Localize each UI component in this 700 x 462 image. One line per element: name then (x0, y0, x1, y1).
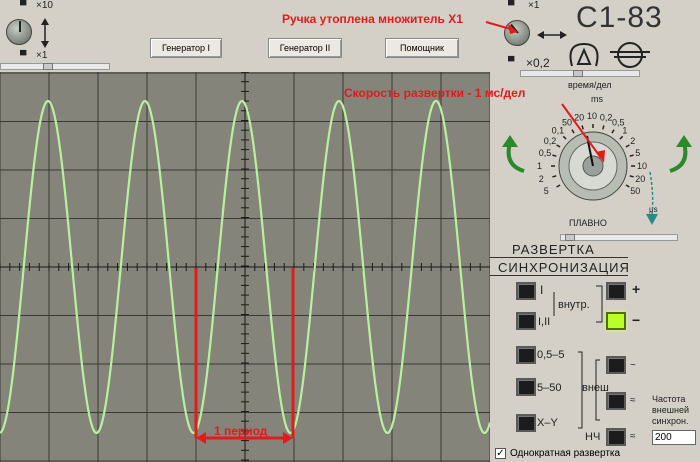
freq-label-3: синхрон. (652, 416, 689, 426)
mult-right-top: ×1 (528, 0, 540, 11)
annotation-sweep-speed: Скорость развертки - 1 мс/дел (344, 86, 526, 100)
divider-2 (490, 275, 628, 276)
probe-icon-bottom: ▀ (20, 50, 27, 60)
svg-text:5: 5 (635, 148, 640, 158)
sync-channel-1-label: I (540, 283, 544, 297)
generator-2-button[interactable]: Генератор II (268, 38, 342, 58)
single-sweep-label: Однократная развертка (510, 448, 621, 459)
smooth-label: ПЛАВНО (569, 218, 607, 228)
coupling-ac2-button[interactable] (606, 392, 626, 410)
top-control-bar: ▀ ×10 ▀ ×1 Генератор I Генератор II Помо… (0, 0, 490, 70)
sync-channel-12-button[interactable] (516, 312, 536, 330)
period-label: 1 период (214, 424, 268, 438)
svg-text:2: 2 (630, 136, 635, 146)
internal-bracket (553, 285, 603, 323)
generator-1-button[interactable]: Генератор I (150, 38, 222, 58)
model-label: С1-83 (576, 1, 663, 34)
probe-icon-right-bottom: ▀ (508, 56, 515, 66)
mult-right-bottom: ×0,2 (526, 56, 550, 70)
dial-slider[interactable] (560, 234, 678, 241)
freq-label-1: Частота (652, 394, 686, 404)
time-div-label: время/дел (568, 80, 612, 90)
sync-plus-button[interactable] (606, 282, 626, 300)
svg-text:0,5: 0,5 (539, 148, 552, 158)
coupling-ac2-label: ≈ (630, 395, 636, 406)
right-slider[interactable] (520, 70, 640, 77)
single-sweep-checkbox[interactable]: ✓ (495, 448, 506, 459)
sync-plus-label: + (632, 281, 641, 297)
annotation-knob-pressed: Ручка утоплена множитель X1 (282, 12, 463, 26)
sync-minus-button[interactable] (606, 312, 626, 330)
sync-channel-1-button[interactable] (516, 282, 536, 300)
svg-text:10: 10 (587, 111, 597, 121)
sweep-multiplier-knob[interactable] (504, 20, 530, 46)
svg-text:50: 50 (630, 186, 640, 196)
coupling-lf-symbol: ≈ (630, 431, 636, 442)
svg-text:0,2: 0,2 (544, 136, 557, 146)
range-5-50-label: 5–50 (537, 382, 562, 394)
rotate-right-arrow-icon[interactable] (664, 135, 694, 175)
probe-icon-right-top: ▀ (508, 0, 515, 10)
sync-minus-label: − (632, 312, 641, 328)
sync-title: СИНХРОНИЗАЦИЯ (498, 260, 630, 275)
coupling-lf-button[interactable] (606, 428, 626, 446)
sweep-title: РАЗВЕРТКА (512, 242, 595, 257)
svg-text:0,2: 0,2 (600, 113, 613, 123)
probe-icon-top: ▀ (20, 0, 27, 10)
external-bracket (578, 351, 600, 429)
amplitude-multiplier-knob[interactable] (6, 19, 32, 45)
sync-channel-12-label: I,II (538, 316, 551, 328)
rotate-left-arrow-icon[interactable] (500, 135, 530, 175)
screen-grid-and-trace: 1 период (0, 72, 490, 462)
svg-text:1: 1 (537, 161, 542, 171)
range-05-5-button[interactable] (516, 346, 536, 364)
freq-label-2: внешней (652, 405, 689, 415)
divider-1 (490, 257, 628, 258)
mult-left-bottom: ×1 (36, 50, 48, 61)
range-05-5-label: 0,5–5 (537, 349, 565, 361)
svg-text:2: 2 (539, 174, 544, 184)
smooth-indicator-arrow-icon (646, 171, 658, 225)
xy-mode-button[interactable] (516, 414, 536, 432)
single-sweep-row[interactable]: ✓ Однократная развертка (495, 448, 620, 459)
coupling-lf-label: НЧ (585, 431, 601, 443)
coupling-ac-button[interactable] (606, 356, 626, 374)
helper-button[interactable]: Помощник (385, 38, 459, 58)
ext-sync-frequency-input[interactable] (652, 430, 696, 445)
svg-text:5: 5 (544, 186, 549, 196)
quality-mark-logo (569, 42, 599, 67)
coupling-ac-label: ~ (630, 360, 636, 371)
left-right-arrow-icon (537, 31, 567, 39)
oscilloscope-screen: 1 период (0, 72, 490, 462)
xy-mode-label: X–Y (537, 417, 558, 429)
svg-text:1: 1 (622, 126, 627, 136)
svg-text:50: 50 (562, 118, 572, 128)
manufacturer-logo (610, 42, 650, 68)
up-down-arrow-icon (41, 18, 49, 48)
mult-left-top: ×10 (36, 0, 53, 11)
left-slider[interactable] (0, 63, 110, 70)
svg-text:20: 20 (574, 113, 584, 123)
range-5-50-button[interactable] (516, 378, 536, 396)
